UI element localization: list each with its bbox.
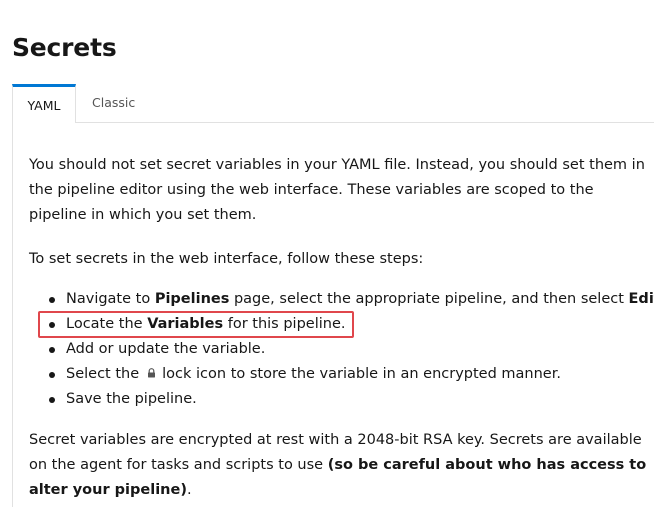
tab-bar: YAML Classic: [12, 84, 654, 123]
highlight-box: [38, 311, 354, 338]
tab-yaml[interactable]: YAML: [12, 84, 76, 123]
steps-intro: To set secrets in the web interface, fol…: [29, 251, 424, 267]
footer-paragraph: Secret variables are encrypted at rest w…: [29, 432, 647, 498]
steps-list: Navigate to Pipelines page, select the a…: [29, 287, 654, 412]
step-lock: Select the lock icon to store the variabl…: [29, 362, 651, 387]
lock-icon: [147, 362, 156, 378]
page-title: Secrets: [12, 33, 117, 62]
step-save: Save the pipeline.: [29, 387, 651, 412]
step-navigate: Navigate to Pipelines page, select the a…: [29, 287, 654, 312]
tab-classic[interactable]: Classic: [92, 84, 135, 122]
tab-panel-border: [12, 123, 13, 507]
intro-paragraph: You should not set secret variables in y…: [29, 157, 645, 223]
step-add-update: Add or update the variable.: [29, 337, 651, 362]
pipelines-link-text: Pipelines: [154, 291, 230, 307]
edit-text: Edit: [628, 291, 654, 307]
